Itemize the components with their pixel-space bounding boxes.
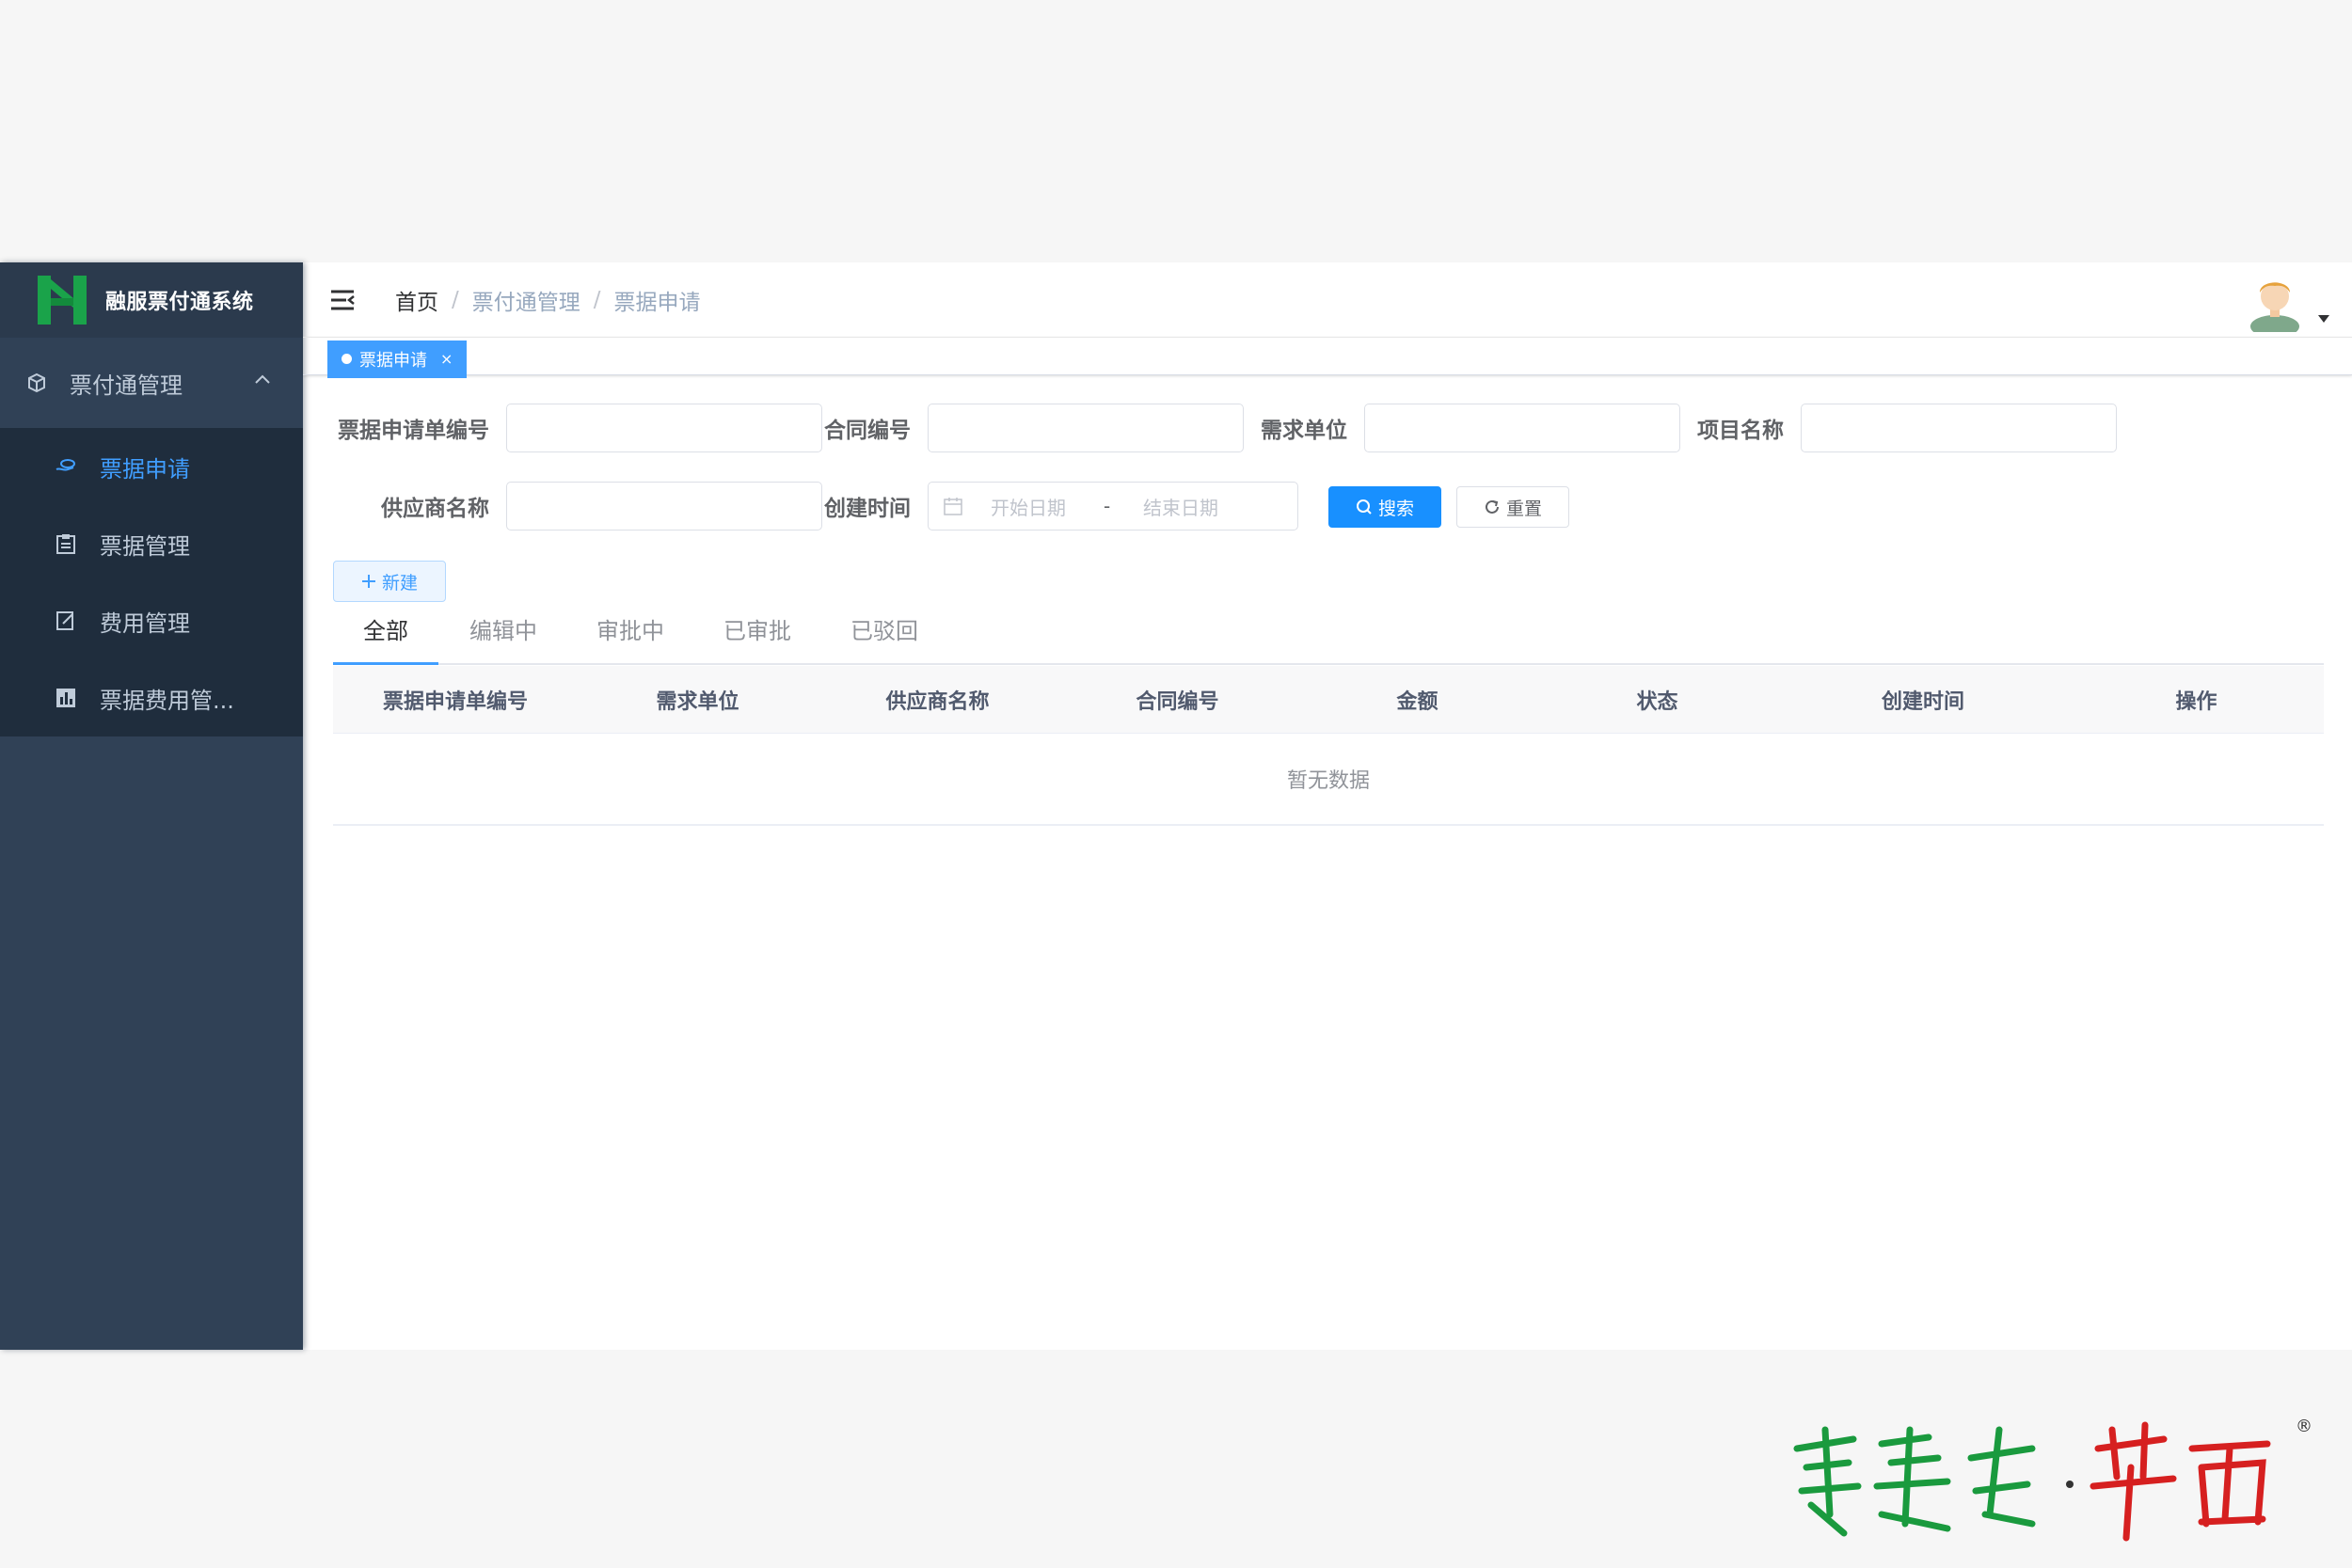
bill-table: 票据申请单编号 需求单位 供应商名称 合同编号 金额 状态 创建时间 操作 暂无… <box>333 666 2324 826</box>
column-header: 需求单位 <box>656 689 739 714</box>
table-body: 暂无数据 <box>333 734 2324 826</box>
field-label-created-time: 创建时间 <box>824 497 911 521</box>
reset-button[interactable]: 重置 <box>1456 486 1569 528</box>
main-panel: 首页 / 票付通管理 / 票据申请 票据申请 × 票据申请单编号 合同编号 需求… <box>303 262 2352 1350</box>
close-icon[interactable]: × <box>440 350 453 368</box>
edit-doc-icon <box>56 611 73 630</box>
bar-chart-icon <box>56 689 75 707</box>
field-label-project-name: 项目名称 <box>1697 419 1784 443</box>
breadcrumb: 首页 / 票付通管理 / 票据申请 <box>395 284 701 316</box>
breadcrumb-separator: / <box>452 287 459 312</box>
tag-label: 票据申请 <box>359 350 427 371</box>
breadcrumb-piaofutong: 票付通管理 <box>471 290 580 315</box>
tag-active-dot <box>342 354 352 364</box>
column-header: 合同编号 <box>1136 689 1219 714</box>
tab-editing[interactable]: 编辑中 <box>469 612 537 645</box>
add-button-label: 新建 <box>381 572 418 594</box>
caret-down-icon[interactable] <box>2318 315 2329 323</box>
field-label-supplier: 供应商名称 <box>381 497 489 521</box>
bill-no-input[interactable] <box>506 404 822 452</box>
calendar-icon <box>944 498 962 515</box>
date-range-picker[interactable]: 开始日期 - 结束日期 <box>928 482 1298 531</box>
cube-icon <box>28 372 45 393</box>
avatar[interactable] <box>2245 272 2305 332</box>
hamburger-icon[interactable] <box>329 287 356 313</box>
tab-all[interactable]: 全部 <box>363 612 408 645</box>
sidebar-group-piaofutong[interactable]: 票付通管理 <box>0 338 303 428</box>
add-button[interactable]: 新建 <box>333 561 446 602</box>
tag-bill-apply[interactable]: 票据申请 × <box>327 340 468 378</box>
contract-no-input[interactable] <box>928 404 1244 452</box>
field-label-contract-no: 合同编号 <box>824 419 911 443</box>
search-icon <box>1356 499 1372 515</box>
plus-icon <box>361 575 375 588</box>
refresh-icon <box>1486 499 1499 514</box>
search-button-label: 搜索 <box>1377 498 1414 519</box>
breadcrumb-separator: / <box>593 287 601 312</box>
supplier-input[interactable] <box>506 482 822 531</box>
status-tabs: 全部 编辑中 审批中 已审批 已驳回 <box>333 612 2324 665</box>
search-row-2: 供应商名称 创建时间 开始日期 - 结束日期 <box>333 482 1298 531</box>
sidebar-group-label: 票付通管理 <box>70 372 183 399</box>
sidebar-item-bill-manage[interactable]: 票据管理 <box>0 505 303 582</box>
column-header: 供应商名称 <box>885 689 990 714</box>
chevron-up-icon <box>255 374 270 384</box>
sidebar-item-label: 票据申请 <box>100 455 190 483</box>
breadcrumb-current: 票据申请 <box>613 290 701 315</box>
sidebar-item-fee-manage[interactable]: 费用管理 <box>0 582 303 659</box>
svg-text:®: ® <box>2296 1417 2312 1436</box>
breadcrumb-home[interactable]: 首页 <box>395 284 438 316</box>
date-separator: - <box>1104 495 1111 517</box>
project-name-input[interactable] <box>1801 404 2117 452</box>
tab-approved[interactable]: 已审批 <box>723 612 791 645</box>
column-header: 创建时间 <box>1881 689 1964 714</box>
sidebar-item-label: 费用管理 <box>100 610 190 637</box>
sidebar-item-label: 票据费用管... <box>100 687 234 714</box>
app-title: 融服票付通系统 <box>105 291 254 314</box>
app-window: 融服票付通系统 票付通管理 票据申请 票据管理 费用管理 票据费用管... 首页… <box>0 262 2352 1350</box>
tab-rejected[interactable]: 已驳回 <box>850 612 918 645</box>
brand-watermark-logo: ® <box>1793 1417 2312 1542</box>
navbar: 首页 / 票付通管理 / 票据申请 <box>303 262 2352 338</box>
demand-unit-input[interactable] <box>1364 404 1680 452</box>
money-hand-icon <box>56 459 75 471</box>
field-label-demand-unit: 需求单位 <box>1261 419 1347 443</box>
end-date-placeholder[interactable]: 结束日期 <box>1143 493 1218 520</box>
tags-view: 票据申请 × <box>303 338 2352 378</box>
clipboard-icon <box>56 534 75 554</box>
tab-active-indicator <box>333 662 438 665</box>
reset-button-label: 重置 <box>1505 498 1542 519</box>
search-button[interactable]: 搜索 <box>1328 486 1441 528</box>
logo-icon <box>38 276 87 325</box>
field-label-bill-no: 票据申请单编号 <box>338 419 489 443</box>
logo-area[interactable]: 融服票付通系统 <box>0 262 303 338</box>
column-header: 操作 <box>2175 689 2217 714</box>
table-header: 票据申请单编号 需求单位 供应商名称 合同编号 金额 状态 创建时间 操作 <box>333 666 2324 734</box>
sidebar-item-bill-fee[interactable]: 票据费用管... <box>0 659 303 736</box>
sidebar-item-bill-apply[interactable]: 票据申请 <box>0 428 303 505</box>
column-header: 金额 <box>1396 689 1438 714</box>
column-header: 票据申请单编号 <box>382 689 528 714</box>
empty-text: 暂无数据 <box>1286 769 1370 793</box>
search-row-1: 票据申请单编号 合同编号 需求单位 项目名称 <box>333 404 2117 452</box>
sidebar-item-label: 票据管理 <box>100 532 190 560</box>
sidebar-submenu: 票据申请 票据管理 费用管理 票据费用管... <box>0 428 303 736</box>
sidebar: 融服票付通系统 票付通管理 票据申请 票据管理 费用管理 票据费用管... <box>0 262 303 1350</box>
tab-approving[interactable]: 审批中 <box>596 612 664 645</box>
user-menu[interactable] <box>2245 272 2329 332</box>
column-header: 状态 <box>1636 689 1678 714</box>
start-date-placeholder[interactable]: 开始日期 <box>991 493 1104 520</box>
